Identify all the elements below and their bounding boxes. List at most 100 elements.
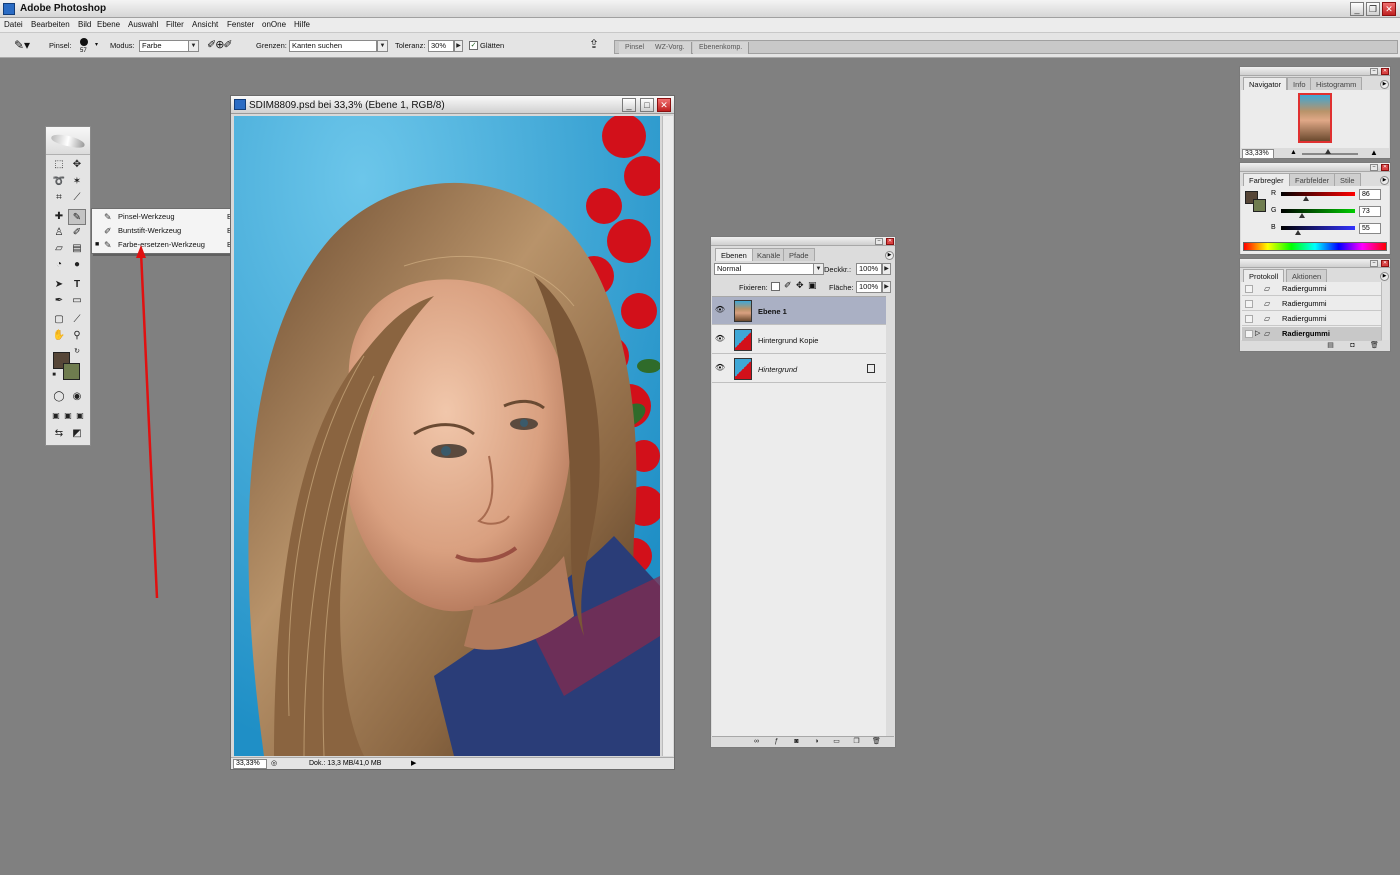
- clone-stamp-tool-icon[interactable]: ♙: [50, 225, 68, 241]
- blend-mode-select[interactable]: Normal: [714, 263, 814, 275]
- opacity-slider-arrow-icon[interactable]: ▶: [882, 263, 891, 275]
- eraser-tool-icon[interactable]: ▱: [50, 241, 68, 257]
- marquee-tool-icon[interactable]: ⬚: [50, 157, 68, 173]
- flyout-item-color-replacement-tool[interactable]: ■ ✎ Farbe-ersetzen-Werkzeug B: [92, 238, 236, 252]
- status-info-icon[interactable]: ◎: [271, 759, 277, 767]
- zoom-out-icon[interactable]: ▲: [1290, 149, 1297, 156]
- new-snapshot-icon[interactable]: ◘: [1348, 342, 1357, 350]
- imageready-icon[interactable]: ◩: [68, 426, 86, 442]
- healing-brush-tool-icon[interactable]: ✚: [50, 209, 68, 225]
- brush-picker-arrow-icon[interactable]: ▾: [95, 41, 98, 48]
- navigator-titlebar[interactable]: – ✕: [1240, 67, 1390, 76]
- tab-navigator[interactable]: Navigator: [1243, 77, 1288, 90]
- slider-r-thumb[interactable]: [1303, 196, 1309, 201]
- default-colors-icon[interactable]: ■: [50, 371, 58, 379]
- layer-name[interactable]: Ebene 1: [758, 307, 787, 316]
- layer-row-hintergrund-kopie[interactable]: 👁 Hintergrund Kopie: [712, 326, 886, 354]
- value-g[interactable]: 73: [1359, 206, 1381, 217]
- notes-tool-icon[interactable]: ▢: [50, 312, 68, 328]
- layer-name[interactable]: Hintergrund Kopie: [758, 336, 818, 345]
- doc-minimize-icon[interactable]: _: [622, 98, 636, 112]
- menu-hilfe[interactable]: Hilfe: [294, 20, 310, 29]
- layer-row-ebene-1[interactable]: 👁 Ebene 1: [712, 297, 886, 325]
- menu-auswahl[interactable]: Auswahl: [128, 20, 158, 29]
- history-item[interactable]: ▱ Radiergummi: [1242, 297, 1382, 311]
- navigator-view-box[interactable]: [1298, 93, 1332, 143]
- slider-b-thumb[interactable]: [1295, 230, 1301, 235]
- delete-state-icon[interactable]: 🗑: [1370, 342, 1379, 350]
- history-snapshot-checkbox[interactable]: [1245, 330, 1253, 338]
- history-brush-tool-icon[interactable]: ✐: [68, 225, 86, 241]
- color-titlebar[interactable]: – ✕: [1240, 163, 1390, 172]
- layer-style-icon[interactable]: ƒ: [772, 738, 781, 746]
- visibility-eye-icon[interactable]: 👁: [714, 363, 726, 375]
- history-item-current[interactable]: ▷ ▱ Radiergummi: [1242, 327, 1382, 341]
- brush-tip-icon[interactable]: [80, 38, 88, 46]
- new-document-from-state-icon[interactable]: ▤: [1326, 342, 1335, 350]
- tab-aktionen[interactable]: Aktionen: [1286, 269, 1328, 282]
- crop-tool-icon[interactable]: ⌗: [50, 190, 68, 206]
- antialias-checkbox[interactable]: ✓: [469, 41, 478, 50]
- layers-panel-close-icon[interactable]: ✕: [886, 238, 894, 245]
- history-menu-icon[interactable]: ▶: [1380, 272, 1389, 281]
- navigator-close-icon[interactable]: ✕: [1381, 68, 1389, 75]
- tab-farbfelder[interactable]: Farbfelder: [1289, 173, 1336, 186]
- history-item[interactable]: ▱ Radiergummi: [1242, 282, 1382, 296]
- blur-tool-icon[interactable]: ◔: [50, 257, 68, 273]
- color-spectrum-ramp[interactable]: [1243, 242, 1387, 251]
- lasso-tool-icon[interactable]: ➰: [50, 174, 68, 190]
- menu-bild[interactable]: Bild: [78, 20, 91, 29]
- quick-mask-mode-icon[interactable]: ◉: [68, 389, 86, 405]
- slider-b[interactable]: [1281, 226, 1355, 230]
- history-snapshot-checkbox[interactable]: [1245, 285, 1253, 293]
- color-replace-tool-preset-icon[interactable]: ✎▾: [14, 38, 30, 52]
- jump-to-imageready-icon[interactable]: ⇆: [50, 426, 68, 442]
- lock-transparency-icon[interactable]: [771, 282, 780, 291]
- color-replacement-tool-icon[interactable]: ✎: [68, 209, 86, 225]
- doc-close-icon[interactable]: ✕: [657, 98, 671, 112]
- new-layer-icon[interactable]: ❐: [852, 738, 861, 746]
- document-title-bar[interactable]: SDIM8809.psd bei 33,3% (Ebene 1, RGB/8) …: [231, 96, 674, 114]
- tab-info[interactable]: Info: [1287, 77, 1312, 90]
- zoom-level-field[interactable]: 33,33%: [233, 759, 267, 769]
- menu-ansicht[interactable]: Ansicht: [192, 20, 218, 29]
- mode-select[interactable]: Farbe: [139, 40, 189, 52]
- link-layers-icon[interactable]: ∞: [752, 738, 761, 746]
- layers-panel-minimize-icon[interactable]: –: [875, 238, 883, 245]
- history-titlebar[interactable]: – ✕: [1240, 259, 1390, 268]
- sampling-icons[interactable]: ✐⊕✐: [207, 38, 233, 51]
- document-vertical-scrollbar[interactable]: [662, 116, 673, 756]
- flyout-item-pencil-tool[interactable]: ✐ Buntstift-Werkzeug B: [92, 224, 236, 238]
- value-r[interactable]: 86: [1359, 189, 1381, 200]
- opacity-input[interactable]: 100%: [856, 263, 882, 275]
- background-color-swatch[interactable]: [63, 363, 80, 380]
- history-item[interactable]: ▱ Radiergummi: [1242, 312, 1382, 326]
- well-tab-pinsel[interactable]: Pinsel: [619, 42, 652, 54]
- color-minimize-icon[interactable]: –: [1370, 164, 1378, 171]
- menu-fenster[interactable]: Fenster: [227, 20, 254, 29]
- gradient-tool-icon[interactable]: ▤: [68, 241, 86, 257]
- move-tool-icon[interactable]: ✥: [68, 157, 86, 173]
- well-tab-ebenenkomp[interactable]: Ebenenkomp.: [693, 42, 750, 54]
- navigator-minimize-icon[interactable]: –: [1370, 68, 1378, 75]
- tab-farbregler[interactable]: Farbregler: [1243, 173, 1290, 186]
- visibility-eye-icon[interactable]: 👁: [714, 334, 726, 346]
- dodge-tool-icon[interactable]: ●: [68, 257, 86, 273]
- navigator-zoom-field[interactable]: 33,33%: [1242, 149, 1274, 159]
- tab-histogramm[interactable]: Histogramm: [1310, 77, 1363, 90]
- slider-g[interactable]: [1281, 209, 1355, 213]
- menu-datei[interactable]: Datei: [4, 20, 23, 29]
- slider-r[interactable]: [1281, 192, 1355, 196]
- history-snapshot-checkbox[interactable]: [1245, 315, 1253, 323]
- palette-well-toggle-icon[interactable]: ⇪: [589, 37, 599, 51]
- eyedropper-tool-icon[interactable]: ⟋: [68, 312, 86, 328]
- color-close-icon[interactable]: ✕: [1381, 164, 1389, 171]
- tab-kanaele[interactable]: Kanäle: [751, 248, 787, 261]
- navigator-menu-icon[interactable]: ▶: [1380, 80, 1389, 89]
- well-tab-wz-vorg[interactable]: WZ-Vorg.: [649, 42, 692, 54]
- history-scrollbar[interactable]: [1381, 282, 1389, 340]
- menu-bearbeiten[interactable]: Bearbeiten: [31, 20, 70, 29]
- navigator-zoom-slider-thumb[interactable]: [1325, 149, 1331, 154]
- menu-filter[interactable]: Filter: [166, 20, 184, 29]
- layer-row-hintergrund[interactable]: 👁 Hintergrund: [712, 355, 886, 383]
